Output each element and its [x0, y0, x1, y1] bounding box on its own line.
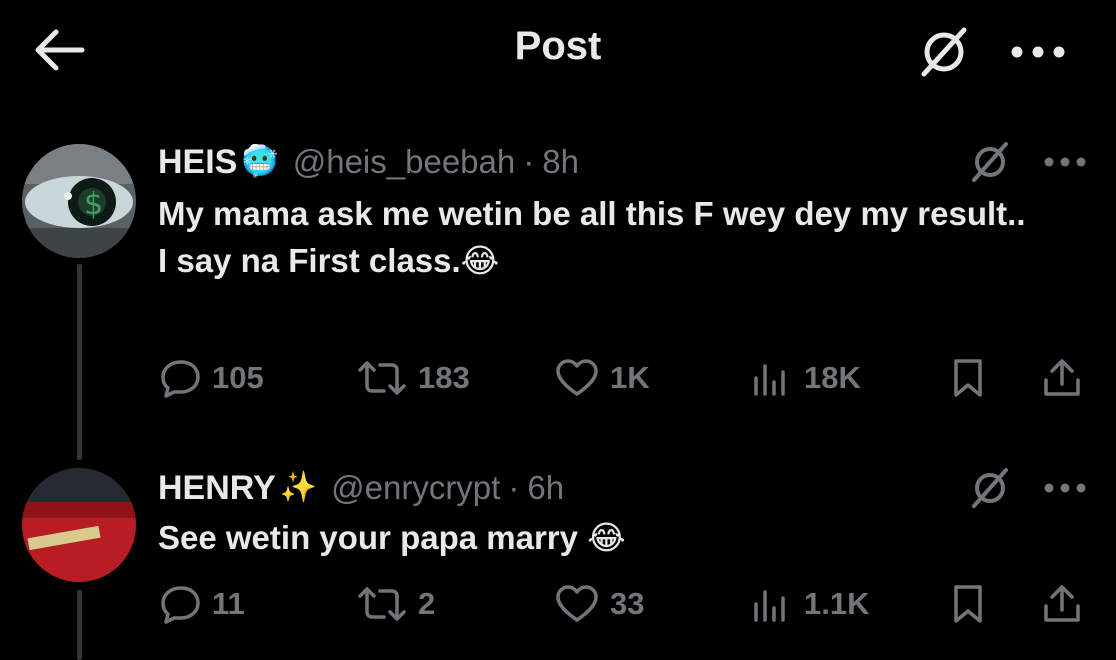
grok-icon[interactable]	[968, 140, 1012, 184]
avatar[interactable]: $	[22, 144, 136, 258]
user-handle[interactable]: @enrycrypt	[331, 469, 500, 507]
bookmark-icon[interactable]	[950, 584, 986, 624]
name-emoji: 🥶	[241, 145, 279, 178]
reply-button[interactable]: 11	[160, 584, 245, 624]
heart-icon	[556, 359, 598, 396]
separator-dot: ·	[523, 143, 535, 180]
top-bar: Post	[0, 0, 1116, 104]
views-count: 18K	[804, 360, 861, 395]
post-text-line: I say na First class.😂	[158, 242, 500, 279]
views-button[interactable]: 18K	[750, 358, 861, 398]
views-count: 1.1K	[804, 586, 870, 621]
timestamp[interactable]: 6h	[527, 469, 564, 507]
reply-icon	[161, 360, 200, 398]
avatar-car-image	[22, 468, 136, 582]
post-header: HEIS 🥶 @heis_beebah · 8h	[158, 140, 579, 184]
repost-icon	[358, 587, 406, 621]
views-button[interactable]: 1.1K	[750, 584, 869, 624]
repost-button[interactable]: 2	[356, 584, 435, 624]
share-icon[interactable]	[1042, 584, 1082, 624]
more-horizontal-icon[interactable]	[1042, 154, 1088, 170]
views-icon	[754, 590, 785, 622]
reply-count: 11	[212, 586, 245, 621]
repost-count: 183	[418, 360, 470, 395]
repost-button[interactable]: 183	[356, 358, 470, 398]
display-name[interactable]: HEIS	[158, 143, 237, 182]
post-heis[interactable]: $ HEIS 🥶 @heis_beebah · 8h My mama ask m…	[0, 140, 1116, 460]
post-text-line: See wetin your papa marry 😂	[158, 519, 626, 556]
bookmark-icon[interactable]	[950, 358, 986, 398]
reply-icon	[161, 586, 200, 624]
heart-icon	[556, 585, 598, 622]
post-text-line: My mama ask me wetin be all this F wey d…	[158, 195, 1026, 232]
reply-count: 105	[212, 360, 264, 395]
more-horizontal-icon[interactable]	[1008, 42, 1068, 62]
action-bar: 105 183 1K 18K	[0, 358, 1116, 398]
post-text: My mama ask me wetin be all this F wey d…	[158, 190, 1058, 284]
like-count: 1K	[610, 360, 650, 395]
timestamp[interactable]: 8h	[542, 143, 579, 181]
user-handle[interactable]: @heis_beebah	[293, 143, 516, 181]
svg-text:$: $	[84, 187, 103, 222]
grok-icon[interactable]	[916, 24, 972, 80]
display-name[interactable]: HENRY	[158, 469, 276, 508]
views-icon	[754, 364, 785, 396]
share-icon[interactable]	[1042, 358, 1082, 398]
separator-dot: ·	[508, 469, 520, 506]
reply-button[interactable]: 105	[160, 358, 264, 398]
like-button[interactable]: 1K	[554, 358, 650, 398]
post-header: HENRY ✨ @enrycrypt · 6h	[158, 466, 564, 510]
post-henry[interactable]: HENRY ✨ @enrycrypt · 6h See wetin your p…	[0, 466, 1116, 660]
more-horizontal-icon[interactable]	[1042, 480, 1088, 496]
post-text: See wetin your papa marry 😂	[158, 514, 1058, 561]
repost-icon	[358, 361, 406, 395]
like-button[interactable]: 33	[554, 584, 644, 624]
grok-icon[interactable]	[968, 466, 1012, 510]
repost-count: 2	[418, 586, 436, 621]
avatar[interactable]	[22, 468, 136, 582]
action-bar: 11 2 33 1.1K	[0, 584, 1116, 624]
name-emoji: ✨	[279, 471, 318, 504]
avatar-eye-image: $	[22, 144, 136, 258]
like-count: 33	[610, 586, 645, 621]
